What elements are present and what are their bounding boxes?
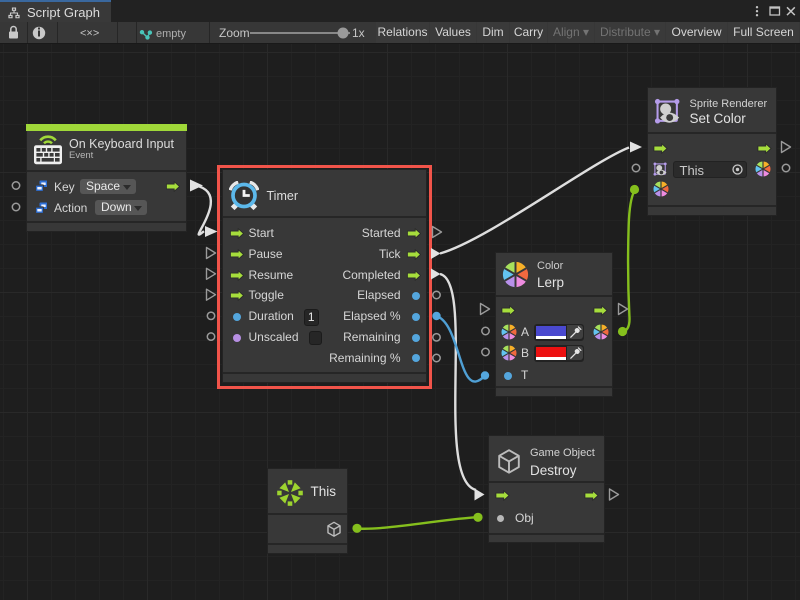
svg-text:Zoom: Zoom [219,26,250,40]
svg-text:<×>: <×> [80,28,99,40]
svg-text:1x: 1x [352,26,365,40]
svg-text:empty: empty [156,28,186,40]
